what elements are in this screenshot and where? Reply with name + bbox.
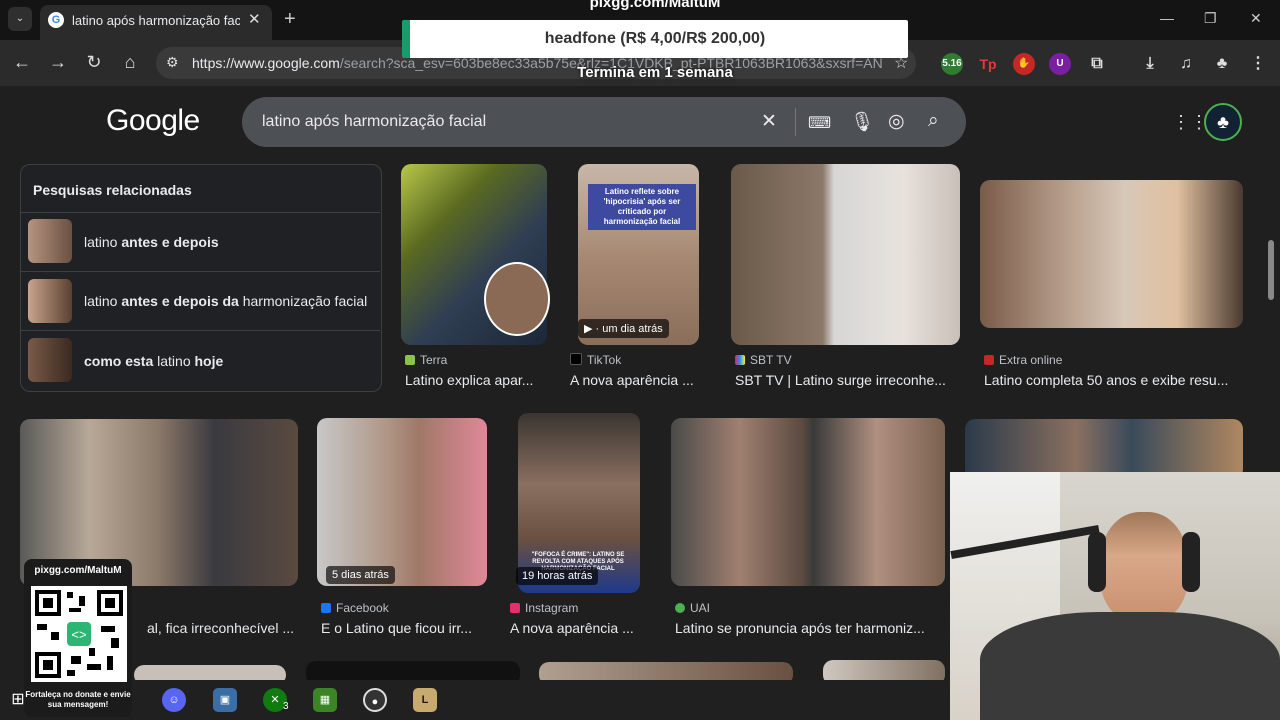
result-title[interactable]: E o Latino que ficou irr... bbox=[321, 620, 487, 636]
uai-icon bbox=[675, 603, 685, 613]
facebook-icon bbox=[321, 603, 331, 613]
donation-banner-top: pixgg.com/MaltuM bbox=[589, 0, 721, 11]
extension-hand-icon[interactable]: ✋ bbox=[1013, 53, 1035, 75]
related-searches-title: Pesquisas relacionadas bbox=[33, 182, 192, 198]
image-result-thumbnail[interactable] bbox=[965, 419, 1243, 479]
result-title[interactable]: A nova aparência ... bbox=[570, 372, 710, 388]
tab-close-icon[interactable]: ✕ bbox=[248, 10, 261, 28]
result-title[interactable]: A nova aparência ... bbox=[510, 620, 644, 636]
headphone-right bbox=[1182, 532, 1200, 592]
menu-icon[interactable]: ⋮ bbox=[1247, 53, 1269, 75]
sbt-icon bbox=[735, 355, 745, 365]
tiktok-icon bbox=[570, 353, 582, 365]
home-icon[interactable]: ⌂ bbox=[119, 52, 141, 73]
result-title[interactable]: Latino completa 50 anos e exibe resu... bbox=[984, 372, 1244, 388]
age-badge: 5 dias atrás bbox=[326, 566, 395, 584]
image-result-thumbnail[interactable] bbox=[317, 418, 487, 586]
thumbnail-caption: Latino reflete sobre 'hipocrisia' após s… bbox=[588, 184, 696, 230]
tab-search-icon[interactable]: ⌄ bbox=[8, 7, 32, 31]
extra-online-icon bbox=[984, 355, 994, 365]
google-logo[interactable]: Google bbox=[106, 104, 200, 138]
qr-panel-url: pixgg.com/MaltuM bbox=[34, 565, 122, 576]
extension-tp-icon[interactable]: Tp bbox=[977, 53, 999, 75]
streamer-face bbox=[1100, 512, 1188, 622]
xbox-badge: 3 bbox=[283, 701, 289, 712]
remote-desktop-icon[interactable]: ▣ bbox=[213, 688, 237, 712]
back-icon[interactable]: ← bbox=[11, 52, 33, 73]
qr-code: <> bbox=[31, 586, 127, 682]
related-search-label[interactable]: como esta latino hoje bbox=[84, 353, 223, 369]
microphone-icon[interactable]: 🎙 bbox=[850, 110, 874, 134]
minimize-icon[interactable]: — bbox=[1160, 10, 1174, 26]
result-source[interactable]: TikTok bbox=[570, 353, 621, 367]
image-result-thumbnail[interactable] bbox=[731, 164, 960, 345]
webcam-feed bbox=[950, 472, 1280, 720]
restore-icon[interactable]: ❐ bbox=[1204, 10, 1217, 27]
result-source[interactable]: Facebook bbox=[321, 601, 389, 615]
search-divider bbox=[795, 108, 796, 136]
result-source[interactable]: Extra online bbox=[984, 353, 1062, 367]
window-close-icon[interactable]: ✕ bbox=[1250, 10, 1262, 27]
terra-icon bbox=[405, 355, 415, 365]
video-duration-badge: ▶ · um dia atrás bbox=[578, 319, 669, 338]
qr-panel-message: Fortaleça no donate e envie sua mensagem… bbox=[25, 690, 131, 709]
image-result-thumbnail[interactable] bbox=[980, 180, 1243, 328]
donation-goal-timer: Termina em 1 semana bbox=[577, 64, 733, 81]
related-thumb bbox=[28, 338, 72, 382]
headphone-left bbox=[1088, 532, 1106, 592]
media-control-icon[interactable]: ♫ bbox=[1175, 53, 1197, 75]
lens-icon[interactable]: ◎ bbox=[888, 110, 905, 133]
image-result-thumbnail[interactable] bbox=[671, 418, 945, 586]
instagram-icon bbox=[510, 603, 520, 613]
age-badge: 19 horas atrás bbox=[516, 567, 599, 585]
related-search-label[interactable]: latino antes e depois da harmonização fa… bbox=[84, 293, 367, 309]
result-source[interactable]: SBT TV bbox=[735, 353, 792, 367]
related-thumb bbox=[28, 279, 72, 323]
donation-goal-text: headfone (R$ 4,00/R$ 200,00) bbox=[544, 30, 766, 47]
obs-icon[interactable]: ● bbox=[363, 688, 387, 712]
result-title[interactable]: Latino explica apar... bbox=[405, 372, 547, 388]
forward-icon[interactable]: → bbox=[47, 52, 69, 73]
result-title[interactable]: Latino se pronuncia após ter harmoniz... bbox=[675, 620, 945, 636]
streamer-shirt bbox=[980, 612, 1280, 720]
result-source[interactable]: Instagram bbox=[510, 601, 578, 615]
google-favicon-icon: G bbox=[48, 12, 64, 28]
account-avatar[interactable]: ♣ bbox=[1204, 103, 1242, 141]
new-tab-icon[interactable]: + bbox=[284, 8, 296, 31]
result-source[interactable]: UAI bbox=[675, 601, 710, 615]
tab-title: latino após harmonização facial bbox=[72, 13, 240, 28]
extensions-puzzle-icon[interactable]: ⧉ bbox=[1086, 53, 1108, 75]
profile-avatar-icon[interactable]: ♣ bbox=[1211, 53, 1233, 75]
keyboard-icon[interactable]: ⌨ bbox=[808, 113, 831, 133]
search-input[interactable]: latino após harmonização facial bbox=[262, 113, 486, 131]
related-search-label[interactable]: latino antes e depois bbox=[84, 234, 219, 250]
svg-text:<>: <> bbox=[71, 627, 86, 642]
related-thumb bbox=[28, 219, 72, 263]
download-icon[interactable]: ⤓ bbox=[1139, 53, 1161, 75]
ublock-icon[interactable]: U bbox=[1049, 53, 1071, 75]
extension-icon[interactable]: 5.16 bbox=[941, 53, 963, 75]
discord-icon[interactable]: ☺ bbox=[162, 688, 186, 712]
league-of-legends-icon[interactable]: L bbox=[413, 688, 437, 712]
result-source[interactable]: Terra bbox=[405, 353, 447, 367]
search-icon[interactable]: ⌕ bbox=[928, 110, 939, 132]
reload-icon[interactable]: ↻ bbox=[83, 52, 105, 73]
minecraft-icon[interactable]: ▦ bbox=[313, 688, 337, 712]
site-info-icon[interactable]: ⚙ bbox=[166, 54, 179, 71]
windows-taskbar bbox=[0, 680, 950, 720]
result-title[interactable]: SBT TV | Latino surge irreconhe... bbox=[735, 372, 960, 388]
page-scrollbar[interactable] bbox=[1268, 240, 1274, 300]
inset-photo bbox=[484, 262, 550, 336]
clear-icon[interactable]: ✕ bbox=[761, 110, 777, 133]
